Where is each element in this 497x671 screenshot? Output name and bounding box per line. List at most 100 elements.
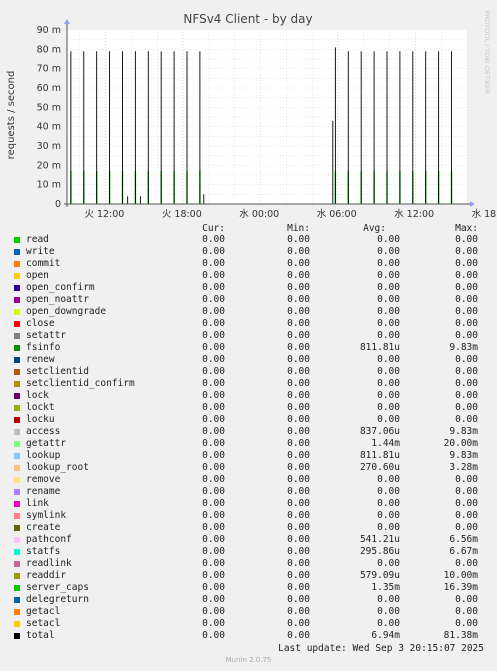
legend-swatch — [14, 525, 20, 531]
legend-avg: 0.00 — [377, 522, 400, 533]
legend-swatch — [14, 369, 20, 375]
legend-min: 0.00 — [287, 450, 310, 461]
x-tick-label: 水 12:00 — [394, 208, 434, 220]
legend-label: create — [26, 522, 61, 533]
legend-max: 0.00 — [455, 510, 478, 521]
y-tick-label: 90 m — [37, 25, 61, 36]
legend-max: 6.67m — [449, 546, 478, 557]
legend-swatch — [14, 345, 20, 351]
legend-min: 0.00 — [287, 246, 310, 257]
legend-min: 0.00 — [287, 546, 310, 557]
legend-swatch — [14, 441, 20, 447]
legend-swatch — [14, 537, 20, 543]
legend-max: 0.00 — [455, 330, 478, 341]
legend-max: 0.00 — [455, 258, 478, 269]
legend-avg: 0.00 — [377, 378, 400, 389]
legend-swatch — [14, 261, 20, 267]
legend-min: 0.00 — [287, 294, 310, 305]
legend-max: 0.00 — [455, 414, 478, 425]
legend-min: 0.00 — [287, 438, 310, 449]
legend-label: total — [26, 630, 55, 641]
legend-min: 0.00 — [287, 270, 310, 281]
legend-cur: 0.00 — [202, 606, 225, 617]
legend-min: 0.00 — [287, 606, 310, 617]
legend-min: 0.00 — [287, 378, 310, 389]
legend-min: 0.00 — [287, 414, 310, 425]
legend-avg: 295.86u — [359, 546, 400, 557]
legend-avg: 0.00 — [377, 282, 400, 293]
legend-swatch — [14, 321, 20, 327]
legend-cur: 0.00 — [202, 594, 225, 605]
x-axis-arrow — [470, 201, 475, 207]
legend-label: getattr — [26, 438, 67, 449]
rrdtool-credit: RRDTOOL / TOBI OETIKER — [483, 10, 491, 94]
legend-avg: 6.94m — [371, 630, 400, 641]
legend-label: open — [26, 270, 49, 281]
legend-cur: 0.00 — [202, 234, 225, 245]
legend-label: remove — [26, 474, 61, 485]
legend-swatch — [14, 573, 20, 579]
legend-row-renew: renew 0.00 0.00 0.00 0.00 — [0, 354, 497, 366]
y-axis-label: requests / second — [6, 71, 17, 160]
legend-swatch — [14, 453, 20, 459]
legend-label: lock — [26, 390, 49, 401]
legend-max: 9.83m — [449, 426, 478, 437]
x-tick-labels: 火 12:00 火 18:00 水 00:00 水 06:00 水 12:00 水 18:… — [84, 208, 497, 220]
legend-cur: 0.00 — [202, 306, 225, 317]
legend-swatch — [14, 633, 20, 639]
legend-row-getacl: getacl 0.00 0.00 0.00 0.00 — [0, 606, 497, 618]
legend-cur: 0.00 — [202, 498, 225, 509]
legend-min: 0.00 — [287, 234, 310, 245]
legend-max: 0.00 — [455, 606, 478, 617]
chart: NFSv4 Client - by day requests / second … — [6, 10, 497, 220]
legend-label: commit — [26, 258, 61, 269]
legend-cur: 0.00 — [202, 330, 225, 341]
legend-swatch — [14, 513, 20, 519]
legend-row-total: total 0.00 0.00 6.94m 81.38m — [0, 630, 497, 642]
legend-row-setclientid-confirm: setclientid_confirm 0.00 0.00 0.00 0.00 — [0, 378, 497, 390]
legend-label: write — [26, 246, 55, 257]
y-axis-arrow — [64, 19, 70, 24]
legend-cur: 0.00 — [202, 582, 225, 593]
legend-min: 0.00 — [287, 306, 310, 317]
legend-cur: 0.00 — [202, 618, 225, 629]
legend-avg: 0.00 — [377, 486, 400, 497]
legend-row-setclientid: setclientid 0.00 0.00 0.00 0.00 — [0, 366, 497, 378]
y-tick-label: 70 m — [37, 64, 61, 75]
legend-label: setclientid — [26, 366, 89, 377]
legend-row-commit: commit 0.00 0.00 0.00 0.00 — [0, 258, 497, 270]
footer-version: Munin 2.0.75 — [225, 656, 272, 664]
legend-swatch — [14, 417, 20, 423]
header-cur: Cur: — [202, 223, 225, 234]
legend-label: setattr — [26, 330, 67, 341]
chart-title: NFSv4 Client - by day — [183, 12, 312, 26]
legend-avg: 0.00 — [377, 330, 400, 341]
legend-cur: 0.00 — [202, 546, 225, 557]
legend-avg: 541.21u — [359, 534, 400, 545]
legend-cur: 0.00 — [202, 366, 225, 377]
legend-max: 0.00 — [455, 402, 478, 413]
legend-min: 0.00 — [287, 594, 310, 605]
legend-label: setacl — [26, 618, 61, 629]
legend-max: 0.00 — [455, 522, 478, 533]
legend-min: 0.00 — [287, 558, 310, 569]
legend-max: 0.00 — [455, 474, 478, 485]
legend-max: 0.00 — [455, 390, 478, 401]
legend-label: setclientid_confirm — [26, 378, 135, 389]
legend-label: open_downgrade — [26, 306, 107, 317]
header-avg: Avg: — [363, 223, 386, 234]
legend-row-pathconf: pathconf 0.00 0.00 541.21u 6.56m — [0, 534, 497, 546]
legend-cur: 0.00 — [202, 570, 225, 581]
legend-row-server-caps: server_caps 0.00 0.00 1.35m 16.39m — [0, 582, 497, 594]
legend-min: 0.00 — [287, 486, 310, 497]
legend-avg: 0.00 — [377, 414, 400, 425]
legend-cur: 0.00 — [202, 474, 225, 485]
legend-swatch — [14, 561, 20, 567]
legend-cur: 0.00 — [202, 510, 225, 521]
legend-label: statfs — [26, 546, 61, 557]
legend-min: 0.00 — [287, 258, 310, 269]
legend-max: 0.00 — [455, 294, 478, 305]
legend-min: 0.00 — [287, 510, 310, 521]
legend-cur: 0.00 — [202, 294, 225, 305]
legend-row-symlink: symlink 0.00 0.00 0.00 0.00 — [0, 510, 497, 522]
